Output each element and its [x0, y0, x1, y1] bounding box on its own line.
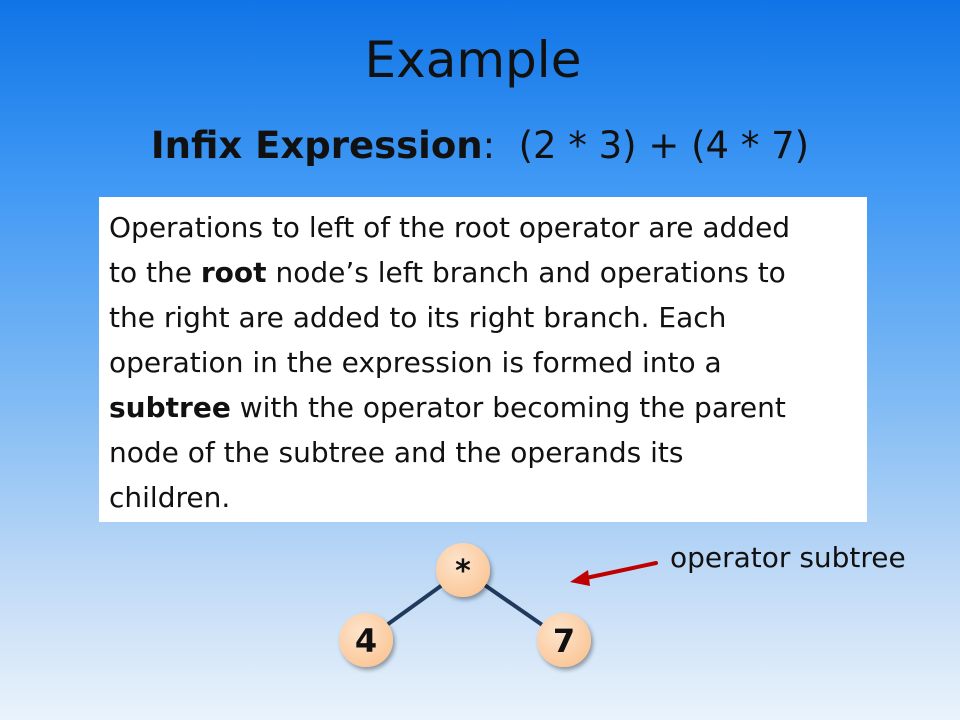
tree-node-root-label: * [455, 554, 471, 589]
tree-node-right-label: 7 [553, 622, 575, 660]
slide: Example Infix Expression: (2 * 3) + (4 *… [0, 0, 960, 720]
tree-node-right: 7 [537, 613, 591, 667]
tree-node-left: 4 [339, 613, 393, 667]
annotation-arrow-icon [570, 561, 658, 586]
tree-node-left-label: 4 [355, 622, 377, 660]
operator-subtree-diagram: * 4 7 [339, 543, 658, 667]
tree-node-root: * [436, 543, 490, 597]
